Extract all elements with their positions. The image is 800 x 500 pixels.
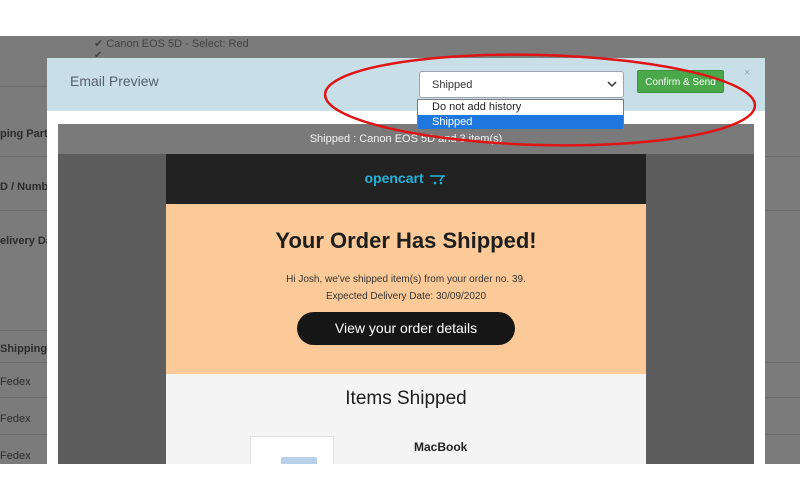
product-row: ✔ Canon EOS 5D - Select: Red [94,38,249,50]
email-preview-frame: Shipped : Canon EOS 5D and 3 item(s) ope… [58,124,754,464]
delivery-date-text: Expected Delivery Date: 30/09/2020 [325,291,487,302]
history-status-dropdown: Do not add history Shipped [417,99,624,130]
divider [765,397,800,398]
table-cell: Fedex [0,376,31,388]
table-cell: Fedex [0,413,31,425]
email-header: opencart [166,154,646,204]
table-cell: Fedex [0,450,31,462]
logo-text: opencart [364,170,424,186]
product-row-label: Canon EOS 5D - Select: Red [106,38,249,50]
shipped-hero: Your Order Has Shipped! Hi Josh, we've s… [166,204,646,374]
history-status-select[interactable]: Shipped [419,71,624,98]
divider [765,156,800,157]
confirm-send-button[interactable]: Confirm & Send [637,70,724,93]
modal-header: Email Preview Shipped Confirm & Send × [47,58,765,111]
close-icon[interactable]: × [744,67,756,79]
greeting-text: Hi Josh, we've shipped item(s) from your… [286,274,526,285]
form-label-delivery-date: elivery Da [0,235,52,247]
form-label-tracking-id: D / Numb [0,181,49,193]
background-right-edge [765,36,800,464]
items-shipped-heading: Items Shipped [345,388,467,409]
divider [765,362,800,363]
background-product-rows: ✔ Canon EOS 5D - Select: Red ✔ [86,36,800,61]
view-order-details-button[interactable]: View your order details [297,312,515,345]
opencart-logo: opencart [166,170,646,186]
dropdown-option-selected[interactable]: Shipped [418,115,623,129]
email-body: opencart Your Order Has Shipped! Hi Josh… [166,154,646,464]
product-name: MacBook [414,440,468,454]
hero-heading: Your Order Has Shipped! [275,228,537,253]
dropdown-option[interactable]: Do not add history [418,100,623,114]
items-shipped-section: Items Shipped MacBook [166,374,646,464]
email-subject: Shipped : Canon EOS 5D and 3 item(s) [58,124,754,154]
cart-icon [429,175,445,185]
select-value: Shipped [432,79,473,91]
divider [765,210,800,211]
laptop-image [281,457,317,464]
chevron-down-icon [607,81,617,88]
divider [765,434,800,435]
email-preview-modal: Email Preview Shipped Confirm & Send × S… [47,58,765,464]
modal-title: Email Preview [70,73,159,89]
product-thumbnail [250,436,334,464]
column-header-shipping: Shipping [0,343,48,355]
